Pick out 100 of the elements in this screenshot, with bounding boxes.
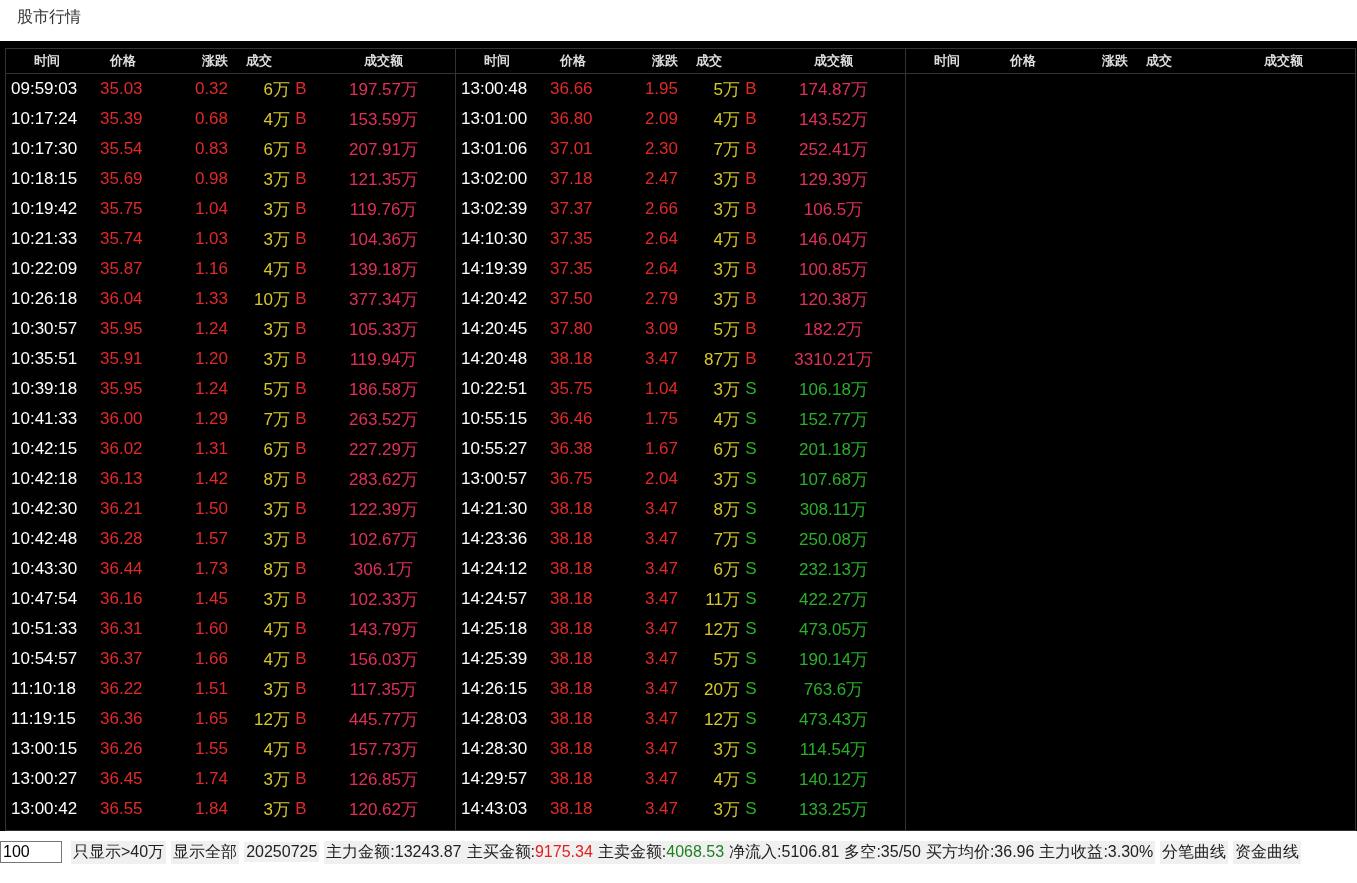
amount-cell-text: 107.68万: [798, 468, 869, 491]
volume-cell-text: 4万: [262, 258, 290, 281]
amount-cell-text: 182.2万: [802, 318, 865, 341]
volume-cell-text: 11万: [704, 588, 740, 611]
side-cell-text: B: [294, 349, 308, 369]
time-cell-text: 10:26:18: [10, 289, 79, 309]
time-cell-text: 14:21:30: [460, 499, 529, 519]
change-cell-text: 1.73: [193, 559, 228, 579]
price-cell-text: 36.75: [549, 469, 594, 489]
amount-cell-text: 157.73万: [348, 738, 419, 761]
column-header: 成交: [245, 52, 273, 70]
volume-cell-text: 12万: [703, 618, 740, 641]
amount-cell-text: 197.57万: [348, 78, 419, 101]
time-cell-text: 14:24:57: [460, 589, 529, 609]
price-cell-text: 38.18: [549, 529, 594, 549]
change-cell-text: 1.33: [193, 289, 228, 309]
stat-text: 净流入:5106.81: [729, 841, 840, 862]
change-cell-text: 1.65: [193, 709, 228, 729]
filter-button[interactable]: 显示全部: [171, 840, 240, 864]
amount-cell-text: 153.59万: [348, 108, 419, 131]
filter-button[interactable]: 20250725: [244, 842, 320, 862]
change-cell-text: 3.47: [643, 499, 678, 519]
change-cell-text: 1.66: [193, 649, 228, 669]
change-cell-text: 3.47: [643, 709, 678, 729]
price-cell-text: 35.95: [99, 379, 144, 399]
change-cell-text: 3.47: [643, 589, 678, 609]
price-cell-text: 36.21: [99, 499, 144, 519]
amount-cell-text: 133.25万: [798, 798, 869, 821]
volume-cell-text: 3万: [262, 318, 290, 341]
price-cell-text: 36.16: [99, 589, 144, 609]
side-cell-text: S: [744, 769, 758, 789]
volume-cell-text: 6万: [262, 438, 290, 461]
amount-cell-text: 174.87万: [798, 78, 869, 101]
amount-cell-text: 263.52万: [348, 408, 419, 431]
price-cell-text: 37.37: [549, 199, 594, 219]
amount-cell-text: 117.35万: [348, 678, 419, 701]
amount-cell-text: 232.13万: [798, 558, 869, 581]
amount-cell-text: 186.58万: [348, 378, 419, 401]
time-cell-text: 13:00:15: [10, 739, 79, 759]
side-cell-text: B: [294, 799, 308, 819]
volume-cell-text: 3万: [262, 798, 290, 821]
time-cell-text: 10:21:33: [10, 229, 79, 249]
change-cell-text: 1.95: [643, 79, 678, 99]
time-cell-text: 13:00:27: [10, 769, 79, 789]
price-cell-text: 38.18: [549, 679, 594, 699]
side-cell-text: S: [744, 709, 758, 729]
column-header: 价格: [558, 52, 587, 70]
amount-cell-text: 105.33万: [348, 318, 419, 341]
volume-cell-text: 87万: [703, 348, 740, 371]
chart-button[interactable]: 分笔曲线: [1160, 840, 1229, 864]
amount-cell-text: 114.54万: [798, 738, 869, 761]
side-cell-text: B: [744, 289, 758, 309]
amount-cell-text: 102.67万: [348, 528, 419, 551]
side-cell-text: B: [294, 679, 308, 699]
side-cell-text: B: [294, 469, 308, 489]
chart-button[interactable]: 资金曲线: [1233, 840, 1302, 864]
price-cell-text: 36.22: [99, 679, 144, 699]
side-cell-text: B: [744, 349, 758, 369]
time-cell-text: 10:55:15: [460, 409, 529, 429]
time-cell-text: 10:42:15: [10, 439, 79, 459]
change-cell-text: 3.47: [643, 619, 678, 639]
volume-cell-text: 7万: [262, 408, 290, 431]
side-cell-text: B: [294, 79, 308, 99]
amount-cell-text: 227.29万: [348, 438, 419, 461]
time-cell-text: 10:17:24: [10, 109, 79, 129]
side-cell-text: B: [294, 199, 308, 219]
time-cell-text: 13:02:39: [460, 199, 529, 219]
change-cell-text: 2.04: [643, 469, 678, 489]
time-cell-text: 14:25:39: [460, 649, 529, 669]
time-cell-text: 14:20:48: [460, 349, 529, 369]
price-cell-text: 37.80: [549, 319, 594, 339]
side-cell-text: S: [744, 679, 758, 699]
change-cell-text: 3.47: [643, 349, 678, 369]
amount-cell-text: 252.41万: [798, 138, 869, 161]
price-cell-text: 38.18: [549, 739, 594, 759]
price-cell-text: 36.36: [99, 709, 144, 729]
volume-cell-text: 8万: [262, 558, 290, 581]
volume-cell-text: 3万: [712, 198, 740, 221]
change-cell-text: 1.50: [193, 499, 228, 519]
volume-cell-text: 7万: [712, 528, 740, 551]
time-cell-text: 10:41:33: [10, 409, 79, 429]
filter-button[interactable]: 只显示>40万: [71, 840, 167, 864]
count-input-field[interactable]: 100: [0, 841, 62, 863]
column-header: 涨跌: [651, 52, 678, 70]
price-cell-text: 38.18: [549, 559, 594, 579]
side-cell-text: B: [294, 289, 308, 309]
amount-cell-text: 139.18万: [348, 258, 419, 281]
amount-cell-text: 152.77万: [798, 408, 869, 431]
change-cell-text: 1.51: [193, 679, 228, 699]
amount-cell-text: 422.27万: [798, 588, 869, 611]
volume-cell-text: 4万: [712, 768, 740, 791]
change-cell-text: 3.47: [643, 649, 678, 669]
column-header: 时间: [33, 52, 61, 70]
amount-cell-text: 143.52万: [798, 108, 869, 131]
price-cell-text: 37.50: [549, 289, 594, 309]
change-cell-text: 1.75: [643, 409, 678, 429]
amount-cell-text: 763.6万: [802, 678, 865, 701]
time-cell-text: 13:01:06: [460, 139, 529, 159]
price-cell-text: 37.35: [549, 259, 594, 279]
time-cell-text: 10:51:33: [10, 619, 79, 639]
